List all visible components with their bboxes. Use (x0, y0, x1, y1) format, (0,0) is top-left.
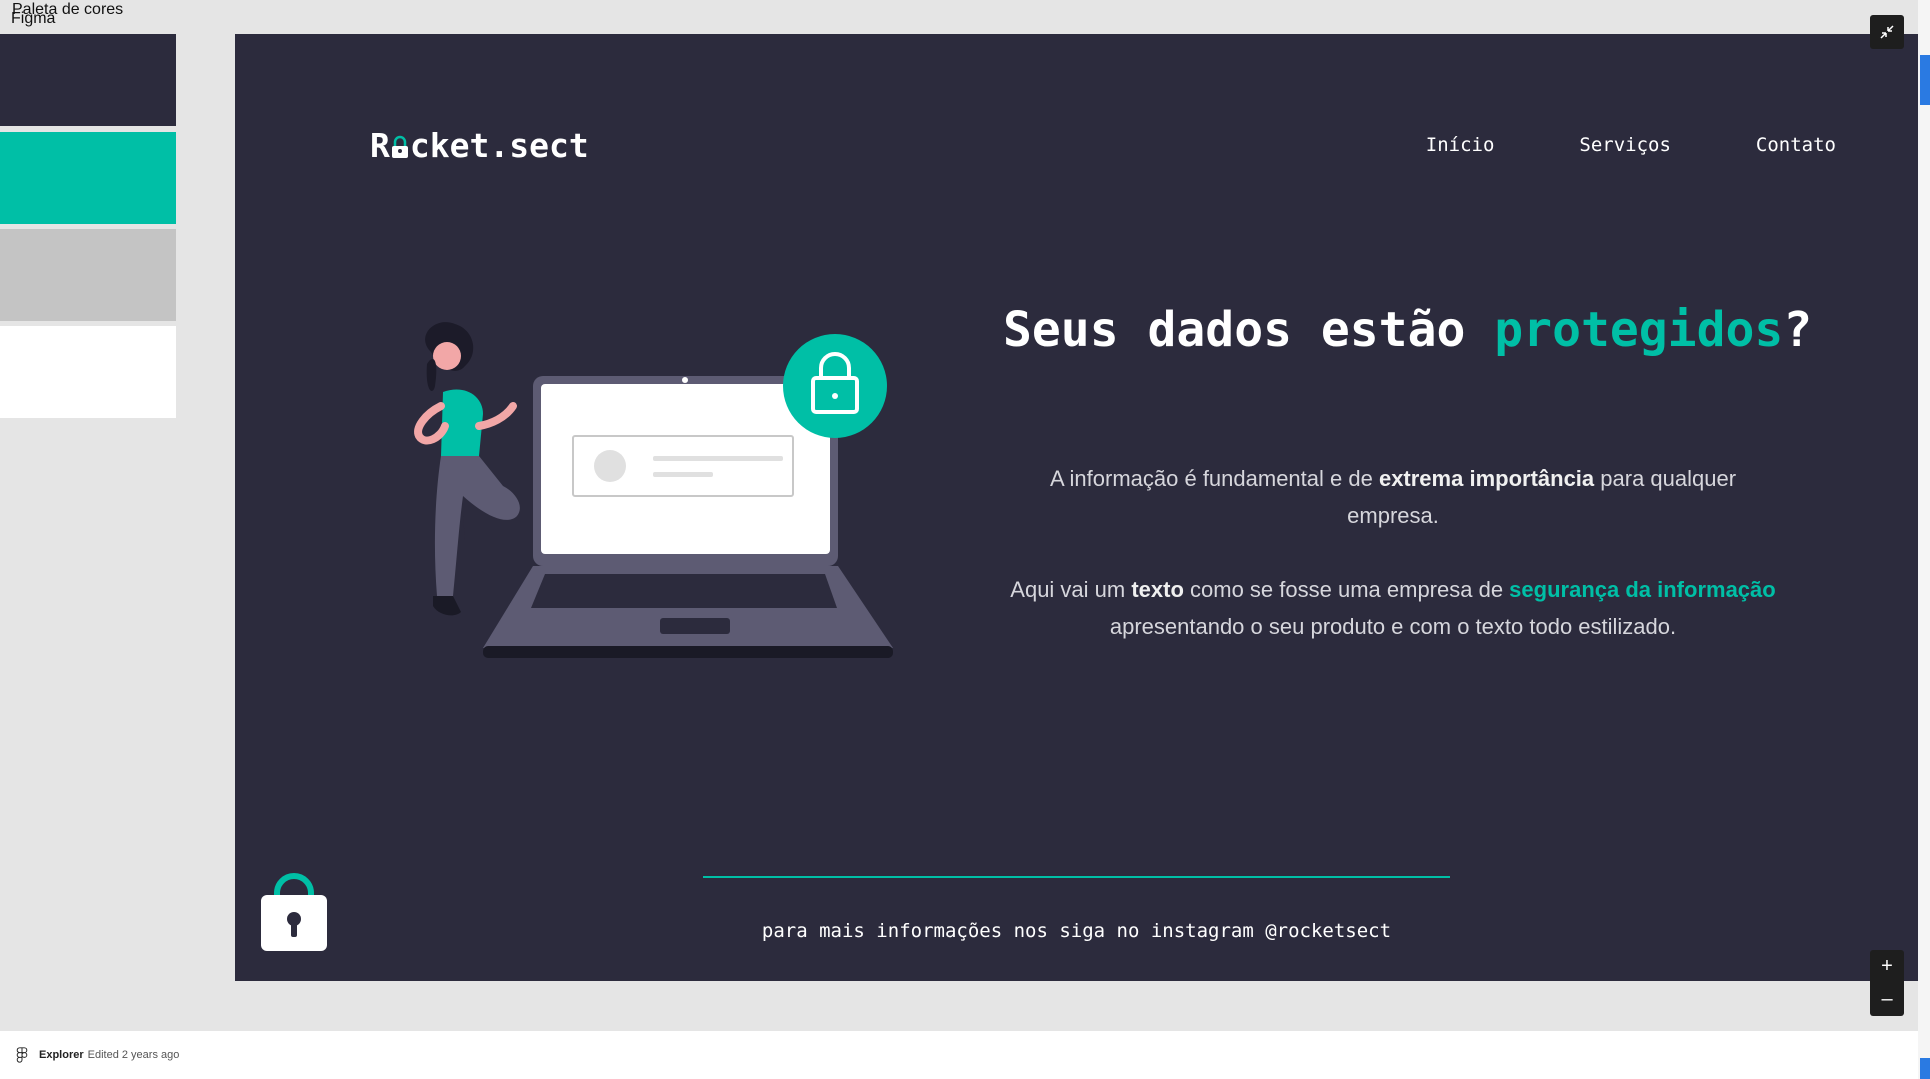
para1-text-1: A informação é fundamental e de (1049, 466, 1379, 491)
scroll-indicator (1920, 55, 1930, 105)
zoom-out-button[interactable]: – (1870, 983, 1904, 1016)
logo-text: cket.sect (409, 126, 589, 165)
nav-inicio[interactable]: Início (1426, 134, 1495, 156)
para2-text-1: Aqui vai um (1010, 577, 1132, 602)
zoom-in-button[interactable]: + (1870, 950, 1904, 983)
headline-part1: Seus dados estão (1003, 302, 1495, 358)
zoom-controls: + – (1870, 950, 1904, 1016)
padlock-icon (261, 873, 327, 951)
logo-letter-r: R (370, 126, 390, 165)
nav-contato[interactable]: Contato (1756, 134, 1836, 156)
right-scrollbar[interactable] (1918, 0, 1930, 1079)
owner-label[interactable]: Explorer (39, 1049, 84, 1061)
headline-accent: protegidos (1494, 302, 1784, 358)
para2-accent: segurança da informação (1509, 577, 1776, 602)
para2-text-3: apresentando o seu produto e com o texto… (1109, 614, 1677, 639)
app-title: Figma (11, 10, 56, 27)
para1-bold: extrema importância (1378, 466, 1595, 491)
figma-icon (16, 1047, 28, 1063)
logo[interactable]: Rcket.sect (370, 126, 589, 165)
edited-timestamp: Edited 2 years ago (87, 1049, 180, 1061)
logo-lock-icon (390, 126, 410, 165)
swatch-dark[interactable] (0, 34, 176, 126)
security-illustration (414, 322, 893, 658)
footer-instagram-text: para mais informações nos siga no instag… (761, 920, 1392, 942)
hero-paragraph-2: Aqui vai um texto como se fosse uma empr… (1003, 571, 1783, 645)
main-nav: Início Serviços Contato (1426, 134, 1836, 156)
nav-servicos[interactable]: Serviços (1579, 134, 1671, 156)
footer-divider (703, 876, 1450, 878)
collapse-icon[interactable] (1870, 15, 1904, 49)
para2-text-2: como se fosse uma empresa de (1183, 577, 1510, 602)
hero-paragraph-1: A informação é fundamental e de extrema … (1003, 460, 1783, 534)
landing-page-frame: Rcket.sect Início Serviços Contato Seus … (235, 34, 1918, 981)
swatch-gray[interactable] (0, 229, 176, 321)
swatch-white[interactable] (0, 326, 176, 418)
status-bar: Explorer Edited 2 years ago (0, 1031, 1918, 1079)
para2-bold: texto (1131, 577, 1184, 602)
hero-headline: Seus dados estão protegidos? (1003, 302, 1812, 358)
scroll-indicator-bottom (1920, 1058, 1930, 1079)
headline-part2: ? (1783, 302, 1813, 358)
swatch-teal[interactable] (0, 132, 176, 224)
